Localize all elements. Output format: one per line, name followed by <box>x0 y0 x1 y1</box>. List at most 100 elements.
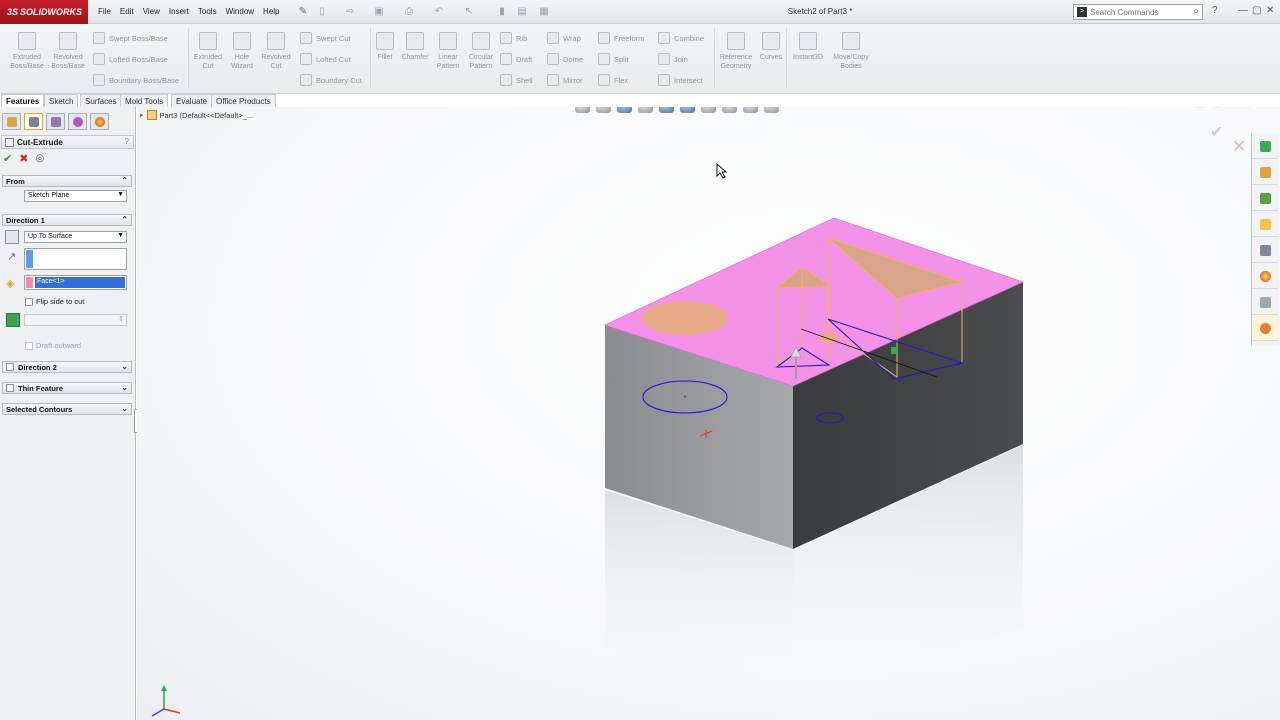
boundary-cut-button[interactable]: Boundary Cut <box>300 74 362 86</box>
graphics-viewport[interactable]: ▸ Part3 (Default<<Default>_... ▦ ▣ — ▢ ✕… <box>137 107 1280 720</box>
swept-boss-button[interactable]: Swept Boss/Base <box>93 32 168 44</box>
direction2-checkbox[interactable] <box>6 363 14 371</box>
menu-insert[interactable]: Insert <box>169 7 189 16</box>
reverse-direction-icon[interactable] <box>5 230 19 244</box>
tab-evaluate[interactable]: Evaluate <box>171 94 213 107</box>
model-canvas[interactable]: + <box>137 107 1280 720</box>
tab-surfaces[interactable]: Surfaces <box>80 94 122 107</box>
extruded-cut-button[interactable]: Extruded Cut <box>192 32 224 71</box>
search-commands[interactable]: > ⌕ <box>1073 4 1203 20</box>
rib-button[interactable]: Rib <box>500 32 527 44</box>
fillet-button[interactable]: Fillet <box>374 32 396 62</box>
print-icon[interactable]: ⎙ <box>403 6 415 18</box>
fillet-icon <box>376 32 394 50</box>
circular-pattern-button[interactable]: Circular Pattern <box>465 32 497 71</box>
revolved-cut-button[interactable]: Revolved Cut <box>259 32 293 71</box>
undo-icon[interactable]: ↶ <box>433 6 445 18</box>
wrap-button[interactable]: Wrap <box>547 32 581 44</box>
solidworks-logo[interactable]: 3S SOLIDWORKS <box>0 0 88 24</box>
extruded-boss-button[interactable]: Extruded Boss/Base <box>8 32 46 71</box>
revolved-cut-label: Revolved Cut <box>261 54 291 70</box>
help-question-icon[interactable]: ? <box>125 137 129 146</box>
chamfer-button[interactable]: Chamfer <box>399 32 431 62</box>
draft-outward-checkbox[interactable]: Draft outward <box>25 341 81 350</box>
ribbon-divider <box>786 28 787 88</box>
menu-view[interactable]: View <box>143 7 160 16</box>
search-input[interactable] <box>1090 6 1186 18</box>
from-section-header[interactable]: From ⌃ <box>2 175 132 187</box>
offset-distance-input[interactable]: ⇕ <box>24 314 127 326</box>
detailed-preview-icon[interactable]: ◎ <box>35 153 44 165</box>
circular-pattern-label: Circular Pattern <box>468 54 494 70</box>
file-properties-icon[interactable]: ▤ <box>516 6 528 18</box>
tab-office-products[interactable]: Office Products <box>211 94 276 107</box>
linear-pattern-label: Linear Pattern <box>436 54 460 70</box>
menu-edit[interactable]: Edit <box>120 7 134 16</box>
spinner-arrows-icon[interactable]: ⇕ <box>118 315 124 323</box>
tab-mold-tools[interactable]: Mold Tools <box>120 94 169 107</box>
property-manager-tab[interactable] <box>24 113 43 130</box>
help-icon[interactable]: ? <box>1212 5 1218 16</box>
save-icon[interactable]: ▣ <box>373 6 385 18</box>
move-copy-bodies-button[interactable]: Move/Copy Bodies <box>829 32 873 71</box>
direction2-section-header[interactable]: Direction 2 ⌄ <box>2 361 132 373</box>
revolved-boss-button[interactable]: Revolved Boss/Base <box>48 32 88 71</box>
direction-vector-list[interactable] <box>24 248 127 270</box>
lofted-boss-button[interactable]: Lofted Boss/Base <box>93 53 168 65</box>
tab-features[interactable]: Features <box>1 94 45 107</box>
property-manager-header: Cut-Extrude ? <box>1 135 134 149</box>
restore-icon[interactable]: ▢ <box>1252 5 1261 16</box>
swept-cut-button[interactable]: Swept Cut <box>300 32 351 44</box>
new-document-icon[interactable]: ▯ <box>316 6 328 18</box>
close-icon[interactable]: ✕ <box>1266 5 1274 16</box>
minimize-icon[interactable]: — <box>1238 5 1248 16</box>
cancel-x-icon[interactable]: ✖ <box>19 153 28 165</box>
configuration-manager-tab[interactable] <box>46 113 65 130</box>
pin-icon[interactable]: ✎ <box>297 6 309 18</box>
move-copy-bodies-label: Move/Copy Bodies <box>833 54 869 70</box>
open-document-icon[interactable]: ⇨ <box>344 6 356 18</box>
select-icon[interactable]: ↖ <box>463 6 475 18</box>
offset-from-surface-icon[interactable] <box>6 313 20 327</box>
split-button[interactable]: Split <box>598 53 629 65</box>
reference-geometry-button[interactable]: Reference Geometry <box>717 32 755 71</box>
from-select[interactable]: Sketch Plane ▼ <box>24 190 127 202</box>
freeform-button[interactable]: Freeform <box>598 32 644 44</box>
options-icon[interactable]: ▦ <box>538 6 550 18</box>
draft-button[interactable]: Draft <box>500 53 532 65</box>
flex-button[interactable]: Flex <box>598 74 628 86</box>
direction1-section-header[interactable]: Direction 1 ⌃ <box>2 214 132 226</box>
face-selected-item[interactable]: Face<1> <box>35 277 125 288</box>
selected-contours-section-header[interactable]: Selected Contours ⌄ <box>2 403 132 415</box>
menu-help[interactable]: Help <box>263 7 279 16</box>
flip-side-checkbox[interactable]: Flip side to cut <box>25 297 84 306</box>
display-manager-tab[interactable] <box>90 113 109 130</box>
combine-button[interactable]: Combine <box>658 32 704 44</box>
thin-feature-checkbox[interactable] <box>6 384 14 392</box>
linear-pattern-button[interactable]: Linear Pattern <box>433 32 463 71</box>
wrap-label: Wrap <box>563 33 581 43</box>
thin-feature-section-header[interactable]: Thin Feature ⌄ <box>2 382 132 394</box>
hole-wizard-button[interactable]: Hole Wizard <box>227 32 257 71</box>
dome-button[interactable]: Dome <box>547 53 583 65</box>
shell-button[interactable]: Shell <box>500 74 533 86</box>
mirror-button[interactable]: Mirror <box>547 74 583 86</box>
curves-button[interactable]: Curves <box>758 32 784 62</box>
ok-check-icon[interactable]: ✔ <box>3 153 12 165</box>
lofted-cut-button[interactable]: Lofted Cut <box>300 53 351 65</box>
instant3d-button[interactable]: Instant3D <box>789 32 827 62</box>
menu-window[interactable]: Window <box>226 7 254 16</box>
intersect-button[interactable]: Intersect <box>658 74 703 86</box>
dimxpert-manager-tab[interactable] <box>68 113 87 130</box>
feature-manager-tab[interactable] <box>2 113 21 130</box>
tab-sketch[interactable]: Sketch <box>44 94 79 107</box>
face-selection-list[interactable]: Face<1> <box>24 275 127 290</box>
menu-file[interactable]: File <box>98 7 111 16</box>
boundary-boss-button[interactable]: Boundary Boss/Base <box>93 74 179 86</box>
menu-tools[interactable]: Tools <box>198 7 217 16</box>
search-icon[interactable]: ⌕ <box>1193 6 1199 17</box>
rebuild-icon[interactable]: ▮ <box>496 6 508 18</box>
split-label: Split <box>614 54 629 64</box>
end-condition-select[interactable]: Up To Surface ▼ <box>24 231 127 243</box>
join-button[interactable]: Join <box>658 53 688 65</box>
